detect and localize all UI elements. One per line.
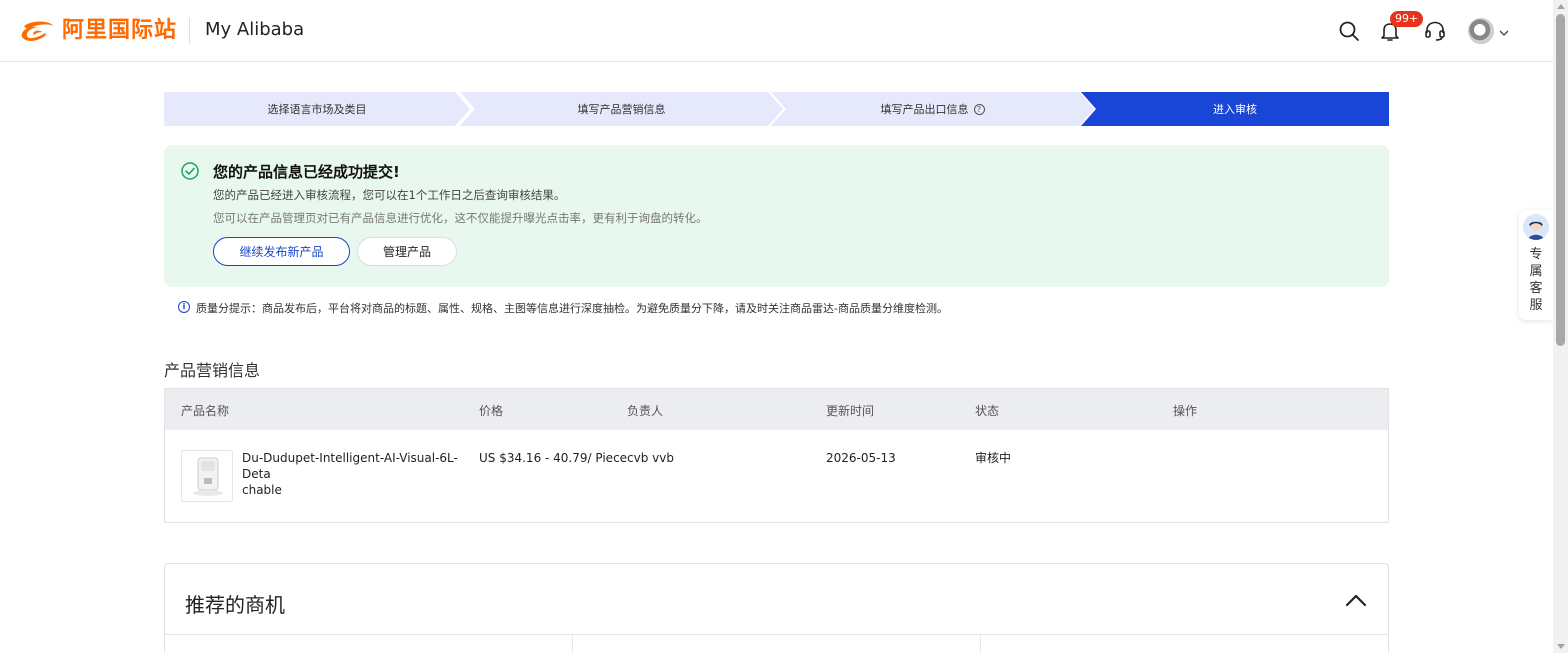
quality-tip: i 质量分提示：商品发布后，平台将对商品的标题、属性、规格、主图等信息进行深度抽… (164, 290, 1389, 324)
product-updated-date: 2026-05-13 (826, 451, 896, 465)
product-thumbnail[interactable] (181, 450, 233, 502)
recommended-opportunities: 推荐的商机 (164, 563, 1389, 653)
product-table: 产品名称 价格 负责人 更新时间 状态 操作 Du-Dudupet-Intell… (164, 388, 1389, 523)
headset-icon[interactable] (1423, 19, 1447, 43)
top-header: 阿里国际站 My Alibaba 99+ (0, 0, 1553, 62)
divider (572, 634, 573, 653)
step-label: 填写产品出口信息 (880, 103, 969, 116)
product-price: US $34.16 - 40.79/ Piece (479, 451, 628, 465)
search-icon[interactable] (1337, 19, 1361, 43)
column-header-status: 状态 (975, 404, 1000, 418)
column-header-updated: 更新时间 (826, 404, 875, 418)
step-label: 进入审核 (1213, 103, 1257, 116)
product-name-line1: Du-Dudupet-Intelligent-AI-Visual-6L-Deta (242, 451, 458, 481)
customer-service-label: 专属客服 (1529, 247, 1543, 313)
manage-products-button[interactable]: 管理产品 (357, 237, 457, 266)
progress-stepper: 选择语言市场及类目 填写产品营销信息 填写产品出口信息 ? 进入审核 (164, 92, 1389, 126)
table-header: 产品名称 价格 负责人 更新时间 状态 操作 (165, 389, 1388, 430)
user-avatar[interactable] (1468, 18, 1494, 44)
chevron-up-icon[interactable] (1343, 588, 1369, 614)
scroll-up-arrow-icon[interactable] (1557, 4, 1565, 9)
info-icon: i (178, 301, 190, 313)
quality-tip-text: 质量分提示：商品发布后，平台将对商品的标题、属性、规格、主图等信息进行深度抽检。… (196, 302, 948, 315)
scrollbar-thumb[interactable] (1556, 14, 1565, 346)
product-status: 审核中 (975, 451, 1012, 465)
page-title: My Alibaba (205, 19, 305, 40)
notification-badge: 99+ (1390, 11, 1424, 27)
step-label: 选择语言市场及类目 (267, 103, 367, 116)
continue-publish-button[interactable]: 继续发布新产品 (213, 237, 350, 266)
recommended-title: 推荐的商机 (185, 593, 285, 617)
header-divider (189, 18, 190, 44)
chevron-down-icon[interactable] (1498, 24, 1510, 36)
scrollbar[interactable] (1553, 0, 1568, 653)
section-title: 产品营销信息 (164, 361, 261, 380)
check-circle-icon (181, 162, 199, 184)
alibaba-logo[interactable]: 阿里国际站 (18, 15, 177, 47)
step-review: 进入审核 (1081, 92, 1389, 126)
product-owner: cvb vvb (627, 451, 674, 465)
column-header-owner: 负责人 (627, 404, 664, 418)
divider (165, 634, 1388, 635)
success-hint: 您可以在产品管理页对已有产品信息进行优化，这不仅能提升曝光点击率，更有利于询盘的… (213, 211, 708, 225)
step-export-info: 填写产品出口信息 ? (771, 92, 1094, 126)
service-agent-avatar (1523, 214, 1549, 240)
success-title: 您的产品信息已经成功提交! (213, 163, 400, 181)
customer-service-widget[interactable]: 专属客服 (1519, 210, 1553, 320)
product-name-line2: chable (242, 483, 282, 497)
product-name[interactable]: Du-Dudupet-Intelligent-AI-Visual-6L-Deta… (242, 450, 478, 498)
scroll-down-arrow-icon[interactable] (1557, 644, 1565, 649)
column-header-name: 产品名称 (181, 404, 230, 418)
help-icon[interactable]: ? (973, 103, 985, 115)
divider (980, 634, 981, 653)
table-row: Du-Dudupet-Intelligent-AI-Visual-6L-Deta… (165, 430, 1388, 523)
column-header-price: 价格 (479, 404, 504, 418)
step-marketing-info: 填写产品营销信息 (460, 92, 783, 126)
step-select-market: 选择语言市场及类目 (164, 92, 470, 126)
column-header-action: 操作 (1173, 404, 1198, 418)
logo-text: 阿里国际站 (62, 18, 178, 43)
alibaba-logo-icon (18, 18, 58, 44)
success-panel: 您的产品信息已经成功提交! 您的产品已经进入审核流程，您可以在1个工作日之后查询… (164, 145, 1389, 287)
success-description: 您的产品已经进入审核流程，您可以在1个工作日之后查询审核结果。 (213, 188, 566, 202)
step-label: 填写产品营销信息 (577, 103, 666, 116)
